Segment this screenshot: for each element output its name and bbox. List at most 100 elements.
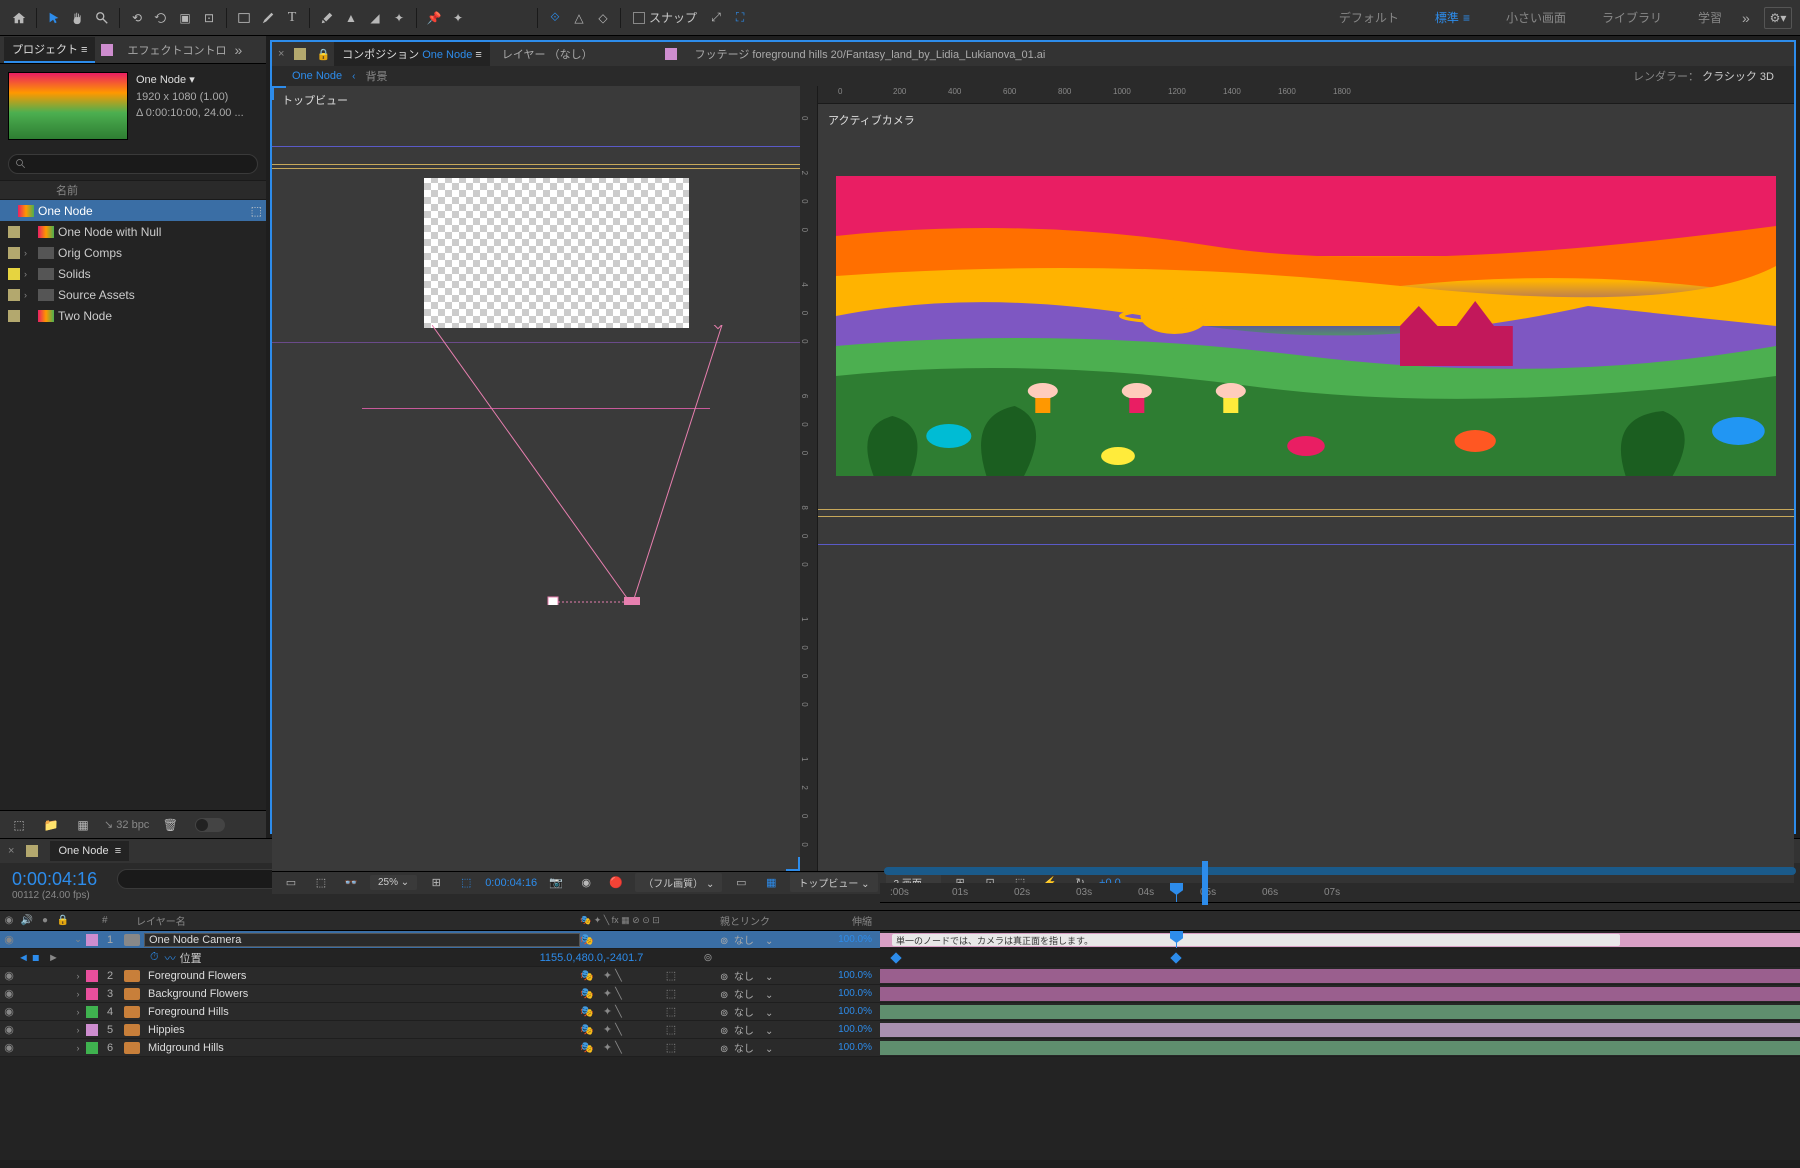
name-column-header[interactable]: 名前	[56, 182, 78, 198]
snap-opt2-icon[interactable]: ⛶	[729, 7, 751, 29]
layer-color-swatch[interactable]	[86, 1042, 98, 1054]
parent-dropdown[interactable]: ⊚ なし ⌄	[720, 968, 820, 983]
rotate-tool-icon[interactable]	[150, 7, 172, 29]
clone-tool-icon[interactable]: ▲	[340, 7, 362, 29]
layer-bar[interactable]	[880, 1041, 1800, 1055]
zoom-tool-icon[interactable]	[91, 7, 113, 29]
transparency-icon[interactable]: ▦	[760, 872, 782, 894]
visibility-icon[interactable]: ◉	[0, 987, 18, 1000]
stretch-value[interactable]: 100.0%	[820, 1024, 880, 1035]
stretch-value[interactable]: 100.0%	[820, 1006, 880, 1017]
camera-frustum[interactable]	[432, 325, 832, 605]
col-parent[interactable]: 親とリンク	[720, 913, 820, 928]
col-stretch[interactable]: 伸縮	[820, 913, 880, 928]
comp-thumbnail[interactable]	[8, 72, 128, 140]
timeline-tab[interactable]: One Node ≡	[50, 841, 129, 861]
stretch-value[interactable]: 100.0%	[820, 934, 880, 945]
add-keyframe-icon[interactable]: ◆	[29, 950, 44, 965]
project-item[interactable]: Two Node	[0, 305, 266, 326]
world-axis-icon[interactable]: △	[568, 7, 590, 29]
comp-name-label[interactable]: One Node ▾	[136, 72, 244, 89]
property-value[interactable]: 1155.0,480.0,-2401.7	[540, 952, 644, 964]
layer-color-swatch[interactable]	[86, 988, 98, 1000]
magnify-icon[interactable]: ▭	[280, 872, 302, 894]
delete-icon[interactable]: 🗑	[159, 814, 181, 836]
new-folder-icon[interactable]: 📁	[40, 814, 62, 836]
keyframe-icon[interactable]	[890, 952, 901, 963]
work-area-end[interactable]	[1202, 861, 1208, 905]
ws-search-icon[interactable]: ⚙▾	[1764, 7, 1792, 29]
layer-row[interactable]: ◉ › 2 Foreground Flowers 🎭 ✦ ╲ ⬚ ⊚ なし ⌄ …	[0, 967, 1800, 985]
stretch-value[interactable]: 100.0%	[820, 1042, 880, 1053]
channels-icon[interactable]: 🔴	[605, 872, 627, 894]
layer-name[interactable]: Foreground Flowers	[144, 970, 580, 982]
project-item[interactable]: One Node with Null	[0, 221, 266, 242]
layer-name[interactable]: Midground Hills	[144, 1042, 580, 1054]
ws-tab-learn[interactable]: 学習	[1680, 3, 1740, 32]
visibility-icon[interactable]: ◉	[0, 1005, 18, 1018]
layer-color-swatch[interactable]	[86, 934, 98, 946]
visibility-icon[interactable]: ◉	[0, 1041, 18, 1054]
mask-icon[interactable]: ⬚	[455, 872, 477, 894]
camera-tool-icon[interactable]: ▣	[174, 7, 196, 29]
property-row[interactable]: ◄ ◆ ► ⏱ 〰 位置 1155.0,480.0,-2401.7 ⊚	[0, 949, 1800, 967]
keyframe-icon[interactable]	[1170, 952, 1181, 963]
chevron-left-icon[interactable]: ‹	[350, 71, 357, 82]
rectangle-tool-icon[interactable]	[233, 7, 255, 29]
layer-name[interactable]: Hippies	[144, 1024, 580, 1036]
snap-toggle[interactable]: スナップ	[627, 9, 703, 26]
col-layer-name[interactable]: レイヤー名	[116, 913, 580, 928]
tab-effect-controls[interactable]: エフェクトコントロ	[119, 38, 234, 62]
viewer-active-camera[interactable]: 0 200 400 600 800 1000 1200 1400 1600 18…	[818, 86, 1794, 871]
expand-icon[interactable]: ›	[72, 971, 84, 981]
view-mode-dropdown[interactable]: トップビュー ⌄	[790, 873, 877, 892]
orbit-tool-icon[interactable]: ⟲	[126, 7, 148, 29]
layer-bar[interactable]	[880, 1005, 1800, 1019]
view-axis-icon[interactable]: ◇	[592, 7, 614, 29]
snap-opt-icon[interactable]: ⤢	[705, 7, 727, 29]
timecode-main[interactable]: 0:00:04:16	[12, 869, 97, 890]
eraser-tool-icon[interactable]: ◢	[364, 7, 386, 29]
pan-behind-tool-icon[interactable]: ⊡	[198, 7, 220, 29]
3d-icon[interactable]: 👓	[340, 872, 362, 894]
show-snapshot-icon[interactable]: ◉	[575, 872, 597, 894]
ws-tab-standard[interactable]: 標準	[1417, 3, 1488, 32]
visibility-icon[interactable]: ◉	[0, 969, 18, 982]
breadcrumb-item[interactable]: 背景	[358, 66, 396, 86]
tab-project[interactable]: プロジェクト ≡	[4, 37, 95, 63]
parent-dropdown[interactable]: ⊚ なし ⌄	[720, 1004, 820, 1019]
layer-bar[interactable]	[880, 1023, 1800, 1037]
interpret-footage-icon[interactable]: ⬚	[8, 814, 30, 836]
project-item[interactable]: › Orig Comps	[0, 242, 266, 263]
expand-icon[interactable]: ›	[72, 989, 84, 999]
comp-flow-icon[interactable]: ⬚	[310, 872, 332, 894]
layer-row[interactable]: ◉ › 4 Foreground Hills 🎭 ✦ ╲ ⬚ ⊚ なし ⌄ 10…	[0, 1003, 1800, 1021]
zoom-dropdown[interactable]: 25% ⌄	[370, 875, 417, 890]
viewer-top-view[interactable]: トップビュー	[272, 86, 800, 871]
stopwatch-icon[interactable]: ⏱	[150, 951, 159, 964]
stretch-value[interactable]: 100.0%	[820, 988, 880, 999]
toggle-switch[interactable]	[195, 818, 225, 832]
layer-name[interactable]: One Node Camera	[144, 933, 580, 947]
next-keyframe-icon[interactable]: ►	[48, 952, 59, 964]
tab-layer[interactable]: レイヤー （なし）	[494, 42, 601, 66]
stretch-value[interactable]: 100.0%	[820, 970, 880, 981]
layer-row[interactable]: ◉ ⌄ 1 One Node Camera 🎭 ⊚ なし ⌄ 100.0% 単一…	[0, 931, 1800, 949]
expand-icon[interactable]: ›	[72, 1025, 84, 1035]
layer-bar[interactable]	[880, 969, 1800, 983]
res-icon[interactable]: ⊞	[425, 872, 447, 894]
playhead[interactable]	[1176, 883, 1177, 902]
expand-icon[interactable]: ›	[72, 1043, 84, 1053]
puppet-tool-icon[interactable]: 📌	[423, 7, 445, 29]
home-icon[interactable]	[8, 7, 30, 29]
visibility-icon[interactable]: ◉	[0, 933, 18, 946]
panel-more-icon[interactable]: »	[234, 42, 254, 58]
tab-composition[interactable]: コンポジション One Node ≡	[334, 42, 490, 66]
tab-footage[interactable]: フッテージ foreground hills 20/Fantasy_land_b…	[687, 42, 1054, 66]
parent-dropdown[interactable]: ⊚ なし ⌄	[720, 1022, 820, 1037]
expand-icon[interactable]: ›	[72, 1007, 84, 1017]
layer-name[interactable]: Foreground Hills	[144, 1006, 580, 1018]
ws-more-icon[interactable]: »	[1742, 10, 1762, 26]
visibility-icon[interactable]: ◉	[0, 1023, 18, 1036]
layer-color-swatch[interactable]	[86, 970, 98, 982]
